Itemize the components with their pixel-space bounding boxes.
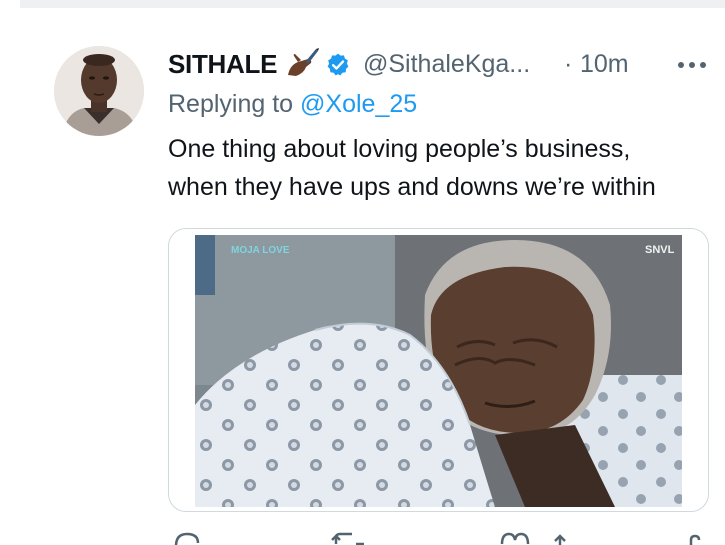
media-video-thumbnail[interactable]: MOJA LOVE SNVL bbox=[195, 235, 682, 507]
writing-hand-icon bbox=[288, 48, 319, 76]
separator-dot: · bbox=[564, 50, 573, 78]
share-icon[interactable] bbox=[550, 530, 570, 545]
author-avatar[interactable] bbox=[54, 46, 144, 136]
replying-to-label: Replying to bbox=[168, 90, 301, 118]
previous-tweet-edge bbox=[20, 0, 725, 8]
watermark-moja: MOJA LOVE bbox=[231, 245, 290, 256]
retweet-icon[interactable] bbox=[330, 530, 370, 545]
tweet-action-bar bbox=[168, 530, 725, 545]
author-handle[interactable]: @SithaleKga... bbox=[363, 50, 530, 79]
tweet-timestamp[interactable]: 10m bbox=[580, 50, 629, 79]
tweet-text-line: One thing about loving people’s business… bbox=[168, 135, 631, 163]
like-icon[interactable] bbox=[498, 530, 532, 545]
watermark-snvl: SNVL bbox=[645, 244, 675, 256]
tweet-text: One thing about loving people’s business… bbox=[168, 130, 723, 206]
more-options-icon[interactable] bbox=[677, 60, 707, 70]
reply-icon[interactable] bbox=[170, 530, 204, 545]
tweet-text-line: when they have ups and downs we’re withi… bbox=[168, 173, 656, 201]
analytics-icon[interactable] bbox=[683, 530, 707, 545]
media-card[interactable]: MOJA LOVE SNVL bbox=[168, 228, 709, 512]
replying-to-line: Replying to @Xole_25 bbox=[168, 90, 417, 119]
author-name[interactable]: SITHALE bbox=[168, 49, 277, 80]
avatar-photo bbox=[54, 46, 144, 136]
reply-mention-link[interactable]: @Xole_25 bbox=[300, 90, 417, 118]
verified-badge-icon bbox=[327, 53, 349, 76]
tweet-header: SITHALE @SithaleKga... · 10m bbox=[168, 47, 725, 81]
